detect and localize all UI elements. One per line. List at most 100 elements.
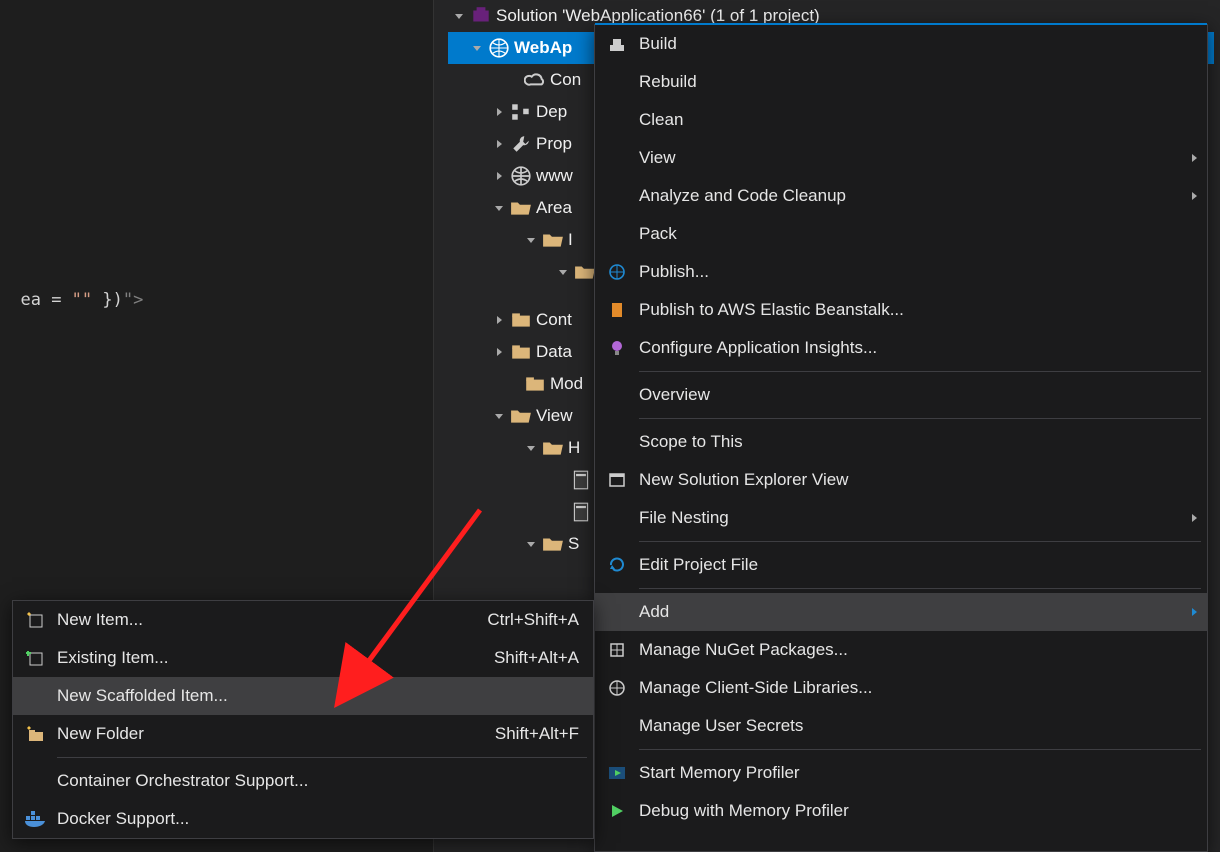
- expander-open-icon[interactable]: [524, 537, 538, 551]
- page-icon: [570, 501, 592, 523]
- menu-existing-item[interactable]: Existing Item... Shift+Alt+A: [13, 639, 593, 677]
- menu-new-explorer[interactable]: New Solution Explorer View: [595, 461, 1207, 499]
- node-label: H: [568, 438, 580, 458]
- expander-open-icon[interactable]: [492, 409, 506, 423]
- menu-shortcut: Shift+Alt+F: [495, 724, 593, 744]
- submenu-arrow-icon: [1181, 191, 1207, 201]
- folder-icon: [510, 309, 532, 331]
- menu-label: Build: [639, 34, 1181, 54]
- menu-label: Manage NuGet Packages...: [639, 640, 1181, 660]
- menu-edit-project-file[interactable]: Edit Project File: [595, 546, 1207, 584]
- expander-open-icon[interactable]: [492, 201, 506, 215]
- expander-open-icon[interactable]: [470, 41, 484, 55]
- folder-open-icon: [542, 229, 564, 251]
- folder-open-icon: [542, 437, 564, 459]
- menu-add[interactable]: Add: [595, 593, 1207, 631]
- cloud-icon: [524, 69, 546, 91]
- menu-label: New Item...: [57, 610, 487, 630]
- build-icon: [595, 34, 639, 54]
- expander-closed-icon[interactable]: [492, 105, 506, 119]
- expander-open-icon[interactable]: [524, 441, 538, 455]
- menu-label: Publish to AWS Elastic Beanstalk...: [639, 300, 1181, 320]
- menu-start-memory-profiler[interactable]: Start Memory Profiler: [595, 754, 1207, 792]
- node-label: Mod: [550, 374, 583, 394]
- menu-label: Edit Project File: [639, 555, 1181, 575]
- menu-new-item[interactable]: New Item... Ctrl+Shift+A: [13, 601, 593, 639]
- menu-separator: [639, 541, 1201, 542]
- expander-closed-icon[interactable]: [492, 169, 506, 183]
- menu-label: Publish...: [639, 262, 1181, 282]
- expander-closed-icon[interactable]: [492, 313, 506, 327]
- menu-manage-client[interactable]: Manage Client-Side Libraries...: [595, 669, 1207, 707]
- expander-open-icon[interactable]: [524, 233, 538, 247]
- wrench-icon: [510, 133, 532, 155]
- menu-label: Rebuild: [639, 72, 1181, 92]
- menu-shortcut: Shift+Alt+A: [494, 648, 593, 668]
- node-label: Data: [536, 342, 572, 362]
- expander-closed-icon[interactable]: [492, 345, 506, 359]
- menu-label: New Scaffolded Item...: [57, 686, 593, 706]
- aws-icon: [595, 300, 639, 320]
- folder-icon: [510, 341, 532, 363]
- menu-container-orchestrator[interactable]: Container Orchestrator Support...: [13, 762, 593, 800]
- menu-manage-nuget[interactable]: Manage NuGet Packages...: [595, 631, 1207, 669]
- menu-label: Manage Client-Side Libraries...: [639, 678, 1181, 698]
- menu-separator: [57, 757, 587, 758]
- expander-open-icon[interactable]: [452, 9, 466, 23]
- folder-icon: [524, 373, 546, 395]
- menu-analyze[interactable]: Analyze and Code Cleanup: [595, 177, 1207, 215]
- code-token: }): [92, 290, 123, 310]
- docker-icon: [13, 810, 57, 828]
- editor-code-line: ea = "" })">: [0, 270, 143, 310]
- menu-new-scaffolded-item[interactable]: New Scaffolded Item...: [13, 677, 593, 715]
- menu-scope[interactable]: Scope to This: [595, 423, 1207, 461]
- menu-pack[interactable]: Pack: [595, 215, 1207, 253]
- code-tag: ">: [123, 290, 143, 310]
- menu-file-nesting[interactable]: File Nesting: [595, 499, 1207, 537]
- menu-separator: [639, 749, 1201, 750]
- add-submenu: New Item... Ctrl+Shift+A Existing Item..…: [12, 600, 594, 839]
- node-label: Area: [536, 198, 572, 218]
- menu-debug-memory-profiler[interactable]: Debug with Memory Profiler: [595, 792, 1207, 830]
- menu-label: Analyze and Code Cleanup: [639, 186, 1181, 206]
- project-context-menu: Build Rebuild Clean View Analyze and Cod…: [594, 24, 1208, 852]
- folder-open-icon: [542, 533, 564, 555]
- menu-publish-aws[interactable]: Publish to AWS Elastic Beanstalk...: [595, 291, 1207, 329]
- submenu-arrow-icon: [1181, 153, 1207, 163]
- menu-label: File Nesting: [639, 508, 1181, 528]
- node-label: Dep: [536, 102, 567, 122]
- dependencies-icon: [510, 101, 532, 123]
- submenu-arrow-icon: [1181, 513, 1207, 523]
- menu-view[interactable]: View: [595, 139, 1207, 177]
- code-string: "": [72, 290, 92, 310]
- menu-docker-support[interactable]: Docker Support...: [13, 800, 593, 838]
- menu-clean[interactable]: Clean: [595, 101, 1207, 139]
- node-label: Prop: [536, 134, 572, 154]
- node-label: Cont: [536, 310, 572, 330]
- node-label: S: [568, 534, 579, 554]
- solution-icon: [470, 5, 492, 27]
- nuget-icon: [595, 640, 639, 660]
- menu-manage-secrets[interactable]: Manage User Secrets: [595, 707, 1207, 745]
- new-folder-sparkle-icon: [13, 724, 57, 744]
- csharp-project-icon: [488, 37, 510, 59]
- menu-label: Clean: [639, 110, 1181, 130]
- menu-overview[interactable]: Overview: [595, 376, 1207, 414]
- new-file-sparkle-icon: [13, 610, 57, 630]
- menu-separator: [639, 418, 1201, 419]
- submenu-arrow-icon: [1181, 607, 1207, 617]
- lightbulb-icon: [595, 338, 639, 358]
- menu-rebuild[interactable]: Rebuild: [595, 63, 1207, 101]
- menu-label: New Folder: [57, 724, 495, 744]
- menu-build[interactable]: Build: [595, 25, 1207, 63]
- expander-closed-icon[interactable]: [492, 137, 506, 151]
- menu-label: Overview: [639, 385, 1181, 405]
- node-label: View: [536, 406, 573, 426]
- menu-label: Docker Support...: [57, 809, 593, 829]
- expander-open-icon[interactable]: [556, 265, 570, 279]
- menu-label: Add: [639, 602, 1181, 622]
- menu-publish[interactable]: Publish...: [595, 253, 1207, 291]
- menu-configure-insights[interactable]: Configure Application Insights...: [595, 329, 1207, 367]
- menu-new-folder[interactable]: New Folder Shift+Alt+F: [13, 715, 593, 753]
- menu-separator: [639, 588, 1201, 589]
